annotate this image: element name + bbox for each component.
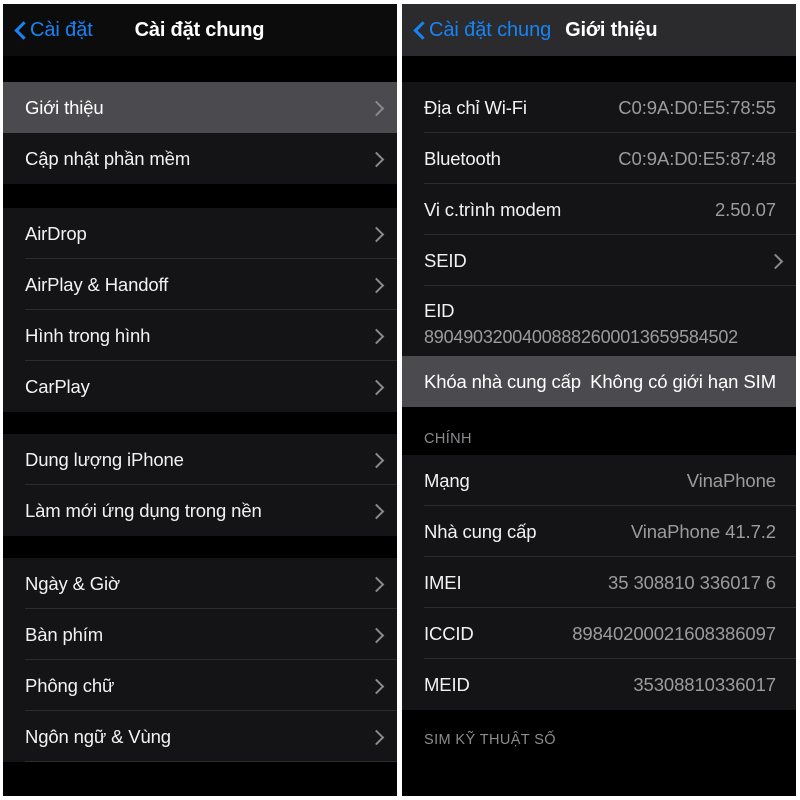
- left-group-sharing: AirDrop AirPlay & Handoff Hình trong hìn…: [3, 208, 397, 412]
- right-back-label: Cài đặt chung: [429, 18, 552, 41]
- row-label: Ngày & Giờ: [25, 572, 120, 594]
- chevron-left-icon: [15, 21, 26, 40]
- chevron-right-icon: [371, 726, 383, 748]
- chevron-right-icon: [371, 97, 383, 119]
- row-label: CarPlay: [25, 375, 90, 397]
- sidebar-item-hinh-trong-hinh[interactable]: Hình trong hình: [3, 310, 397, 361]
- left-gap-2: [3, 184, 397, 208]
- row-seid[interactable]: SEID: [402, 235, 796, 286]
- row-label: Dung lượng iPhone: [25, 448, 184, 470]
- section-header-sim-ky-thuat-so: SIM KỸ THUẬT SỐ: [402, 710, 796, 758]
- row-label: MEID: [424, 673, 470, 695]
- row-value: 89840200021608386097: [572, 622, 776, 644]
- row-value: C0:9A:D0:E5:87:48: [618, 147, 776, 169]
- row-label: AirPlay & Handoff: [25, 273, 169, 295]
- row-dia-chi-wifi[interactable]: Địa chỉ Wi-Fi C0:9A:D0:E5:78:55: [402, 82, 796, 133]
- sidebar-item-phong-chu[interactable]: Phông chữ: [3, 660, 397, 711]
- row-label: Nhà cung cấp: [424, 520, 537, 542]
- left-page-title: Cài đặt chung: [134, 18, 265, 41]
- right-back-button[interactable]: Cài đặt chung: [414, 19, 551, 42]
- row-label: IMEI: [424, 571, 462, 593]
- row-value: C0:9A:D0:E5:78:55: [618, 96, 776, 118]
- section-header-chinh: CHÍNH: [402, 407, 796, 455]
- chevron-left-icon: [414, 21, 425, 40]
- chevron-right-icon: [371, 148, 383, 170]
- row-label: Cập nhật phần mềm: [25, 147, 191, 169]
- chevron-right-icon: [371, 449, 383, 471]
- sidebar-item-carplay[interactable]: CarPlay: [3, 361, 397, 412]
- left-gap-1: [3, 56, 397, 82]
- row-label: Bàn phím: [25, 623, 103, 645]
- right-group-device-identifiers: Địa chỉ Wi-Fi C0:9A:D0:E5:78:55 Bluetoot…: [402, 82, 796, 407]
- row-label: ICCID: [424, 622, 474, 644]
- row-label: Ngôn ngữ & Vùng: [25, 725, 171, 747]
- left-gap-3: [3, 412, 397, 434]
- chevron-right-icon: [371, 573, 383, 595]
- row-label: Hình trong hình: [25, 324, 151, 346]
- sidebar-item-cap-nhat-phan-mem[interactable]: Cập nhật phần mềm: [3, 133, 397, 184]
- dual-screenshot-container: Cài đặt Cài đặt chung Giới thiệu Cập nhậ…: [0, 0, 800, 800]
- row-separator: [25, 761, 397, 762]
- row-iccid[interactable]: ICCID 89840200021608386097: [402, 608, 796, 659]
- sidebar-item-ngay-gio[interactable]: Ngày & Giờ: [3, 558, 397, 609]
- row-label: Bluetooth: [424, 147, 501, 169]
- row-khoa-nha-cung-cap[interactable]: Khóa nhà cung cấp Không có giới hạn SIM: [402, 356, 796, 407]
- left-back-label: Cài đặt: [30, 18, 93, 41]
- row-vi-ctrinh-modem[interactable]: Vi c.trình modem 2.50.07: [402, 184, 796, 235]
- row-bluetooth[interactable]: Bluetooth C0:9A:D0:E5:87:48: [402, 133, 796, 184]
- right-gap-1: [402, 56, 796, 82]
- sidebar-item-lam-moi-ung-dung-trong-nen[interactable]: Làm mới ứng dụng trong nền: [3, 485, 397, 536]
- row-label: EID: [424, 300, 455, 321]
- right-navigation-bar: Cài đặt chung Giới thiệu: [402, 4, 796, 56]
- row-label: SEID: [424, 249, 467, 271]
- row-value: 2.50.07: [714, 198, 776, 220]
- row-mang[interactable]: Mạng VinaPhone: [402, 455, 796, 506]
- chevron-right-icon: [371, 624, 383, 646]
- left-group-localization: Ngày & Giờ Bàn phím Phông chữ Ngôn ngữ &…: [3, 558, 397, 762]
- sidebar-item-ban-phim[interactable]: Bàn phím: [3, 609, 397, 660]
- left-back-button[interactable]: Cài đặt: [15, 19, 93, 42]
- chevron-right-icon: [371, 376, 383, 398]
- sidebar-item-ngon-ngu-vung[interactable]: Ngôn ngữ & Vùng: [3, 711, 397, 762]
- row-label: Vi c.trình modem: [424, 198, 562, 220]
- left-group-about: Giới thiệu Cập nhật phần mềm: [3, 82, 397, 184]
- row-meid[interactable]: MEID 35308810336017: [402, 659, 796, 710]
- row-nha-cung-cap[interactable]: Nhà cung cấp VinaPhone 41.7.2: [402, 506, 796, 557]
- left-group-storage: Dung lượng iPhone Làm mới ứng dụng trong…: [3, 434, 397, 536]
- right-group-chinh: Mạng VinaPhone Nhà cung cấp VinaPhone 41…: [402, 455, 796, 710]
- row-value: 35308810336017: [633, 673, 776, 695]
- row-label: Giới thiệu: [25, 96, 104, 118]
- row-imei[interactable]: IMEI 35 308810 336017 6: [402, 557, 796, 608]
- row-value: VinaPhone: [686, 469, 776, 491]
- row-label: Phông chữ: [25, 674, 115, 696]
- row-label: AirDrop: [25, 222, 87, 244]
- row-eid[interactable]: EID 89049032004008882600013659584502: [402, 286, 796, 356]
- chevron-right-icon: [371, 500, 383, 522]
- row-label: Địa chỉ Wi-Fi: [424, 96, 527, 118]
- row-value: 35 308810 336017 6: [608, 571, 776, 593]
- chevron-right-icon: [371, 223, 383, 245]
- chevron-right-icon: [371, 274, 383, 296]
- sidebar-item-airdrop[interactable]: AirDrop: [3, 208, 397, 259]
- row-value: Không có giới hạn SIM: [590, 370, 776, 392]
- chevron-right-icon: [371, 675, 383, 697]
- right-page-title: Giới thiệu: [565, 18, 658, 41]
- row-label: Mạng: [424, 469, 470, 491]
- sidebar-item-airplay-handoff[interactable]: AirPlay & Handoff: [3, 259, 397, 310]
- chevron-right-icon: [770, 250, 782, 272]
- left-navigation-bar: Cài đặt Cài đặt chung: [3, 4, 397, 56]
- row-value: 89049032004008882600013659584502: [424, 327, 738, 347]
- sidebar-item-gioi-thieu[interactable]: Giới thiệu: [3, 82, 397, 133]
- left-panel-general-settings: Cài đặt Cài đặt chung Giới thiệu Cập nhậ…: [3, 4, 397, 796]
- row-label: Làm mới ứng dụng trong nền: [25, 499, 262, 521]
- row-label: Khóa nhà cung cấp: [424, 370, 581, 392]
- left-gap-4: [3, 536, 397, 558]
- right-panel-about: Cài đặt chung Giới thiệu Địa chỉ Wi-Fi C…: [402, 4, 796, 796]
- sidebar-item-dung-luong-iphone[interactable]: Dung lượng iPhone: [3, 434, 397, 485]
- chevron-right-icon: [371, 325, 383, 347]
- row-value: VinaPhone 41.7.2: [630, 520, 776, 542]
